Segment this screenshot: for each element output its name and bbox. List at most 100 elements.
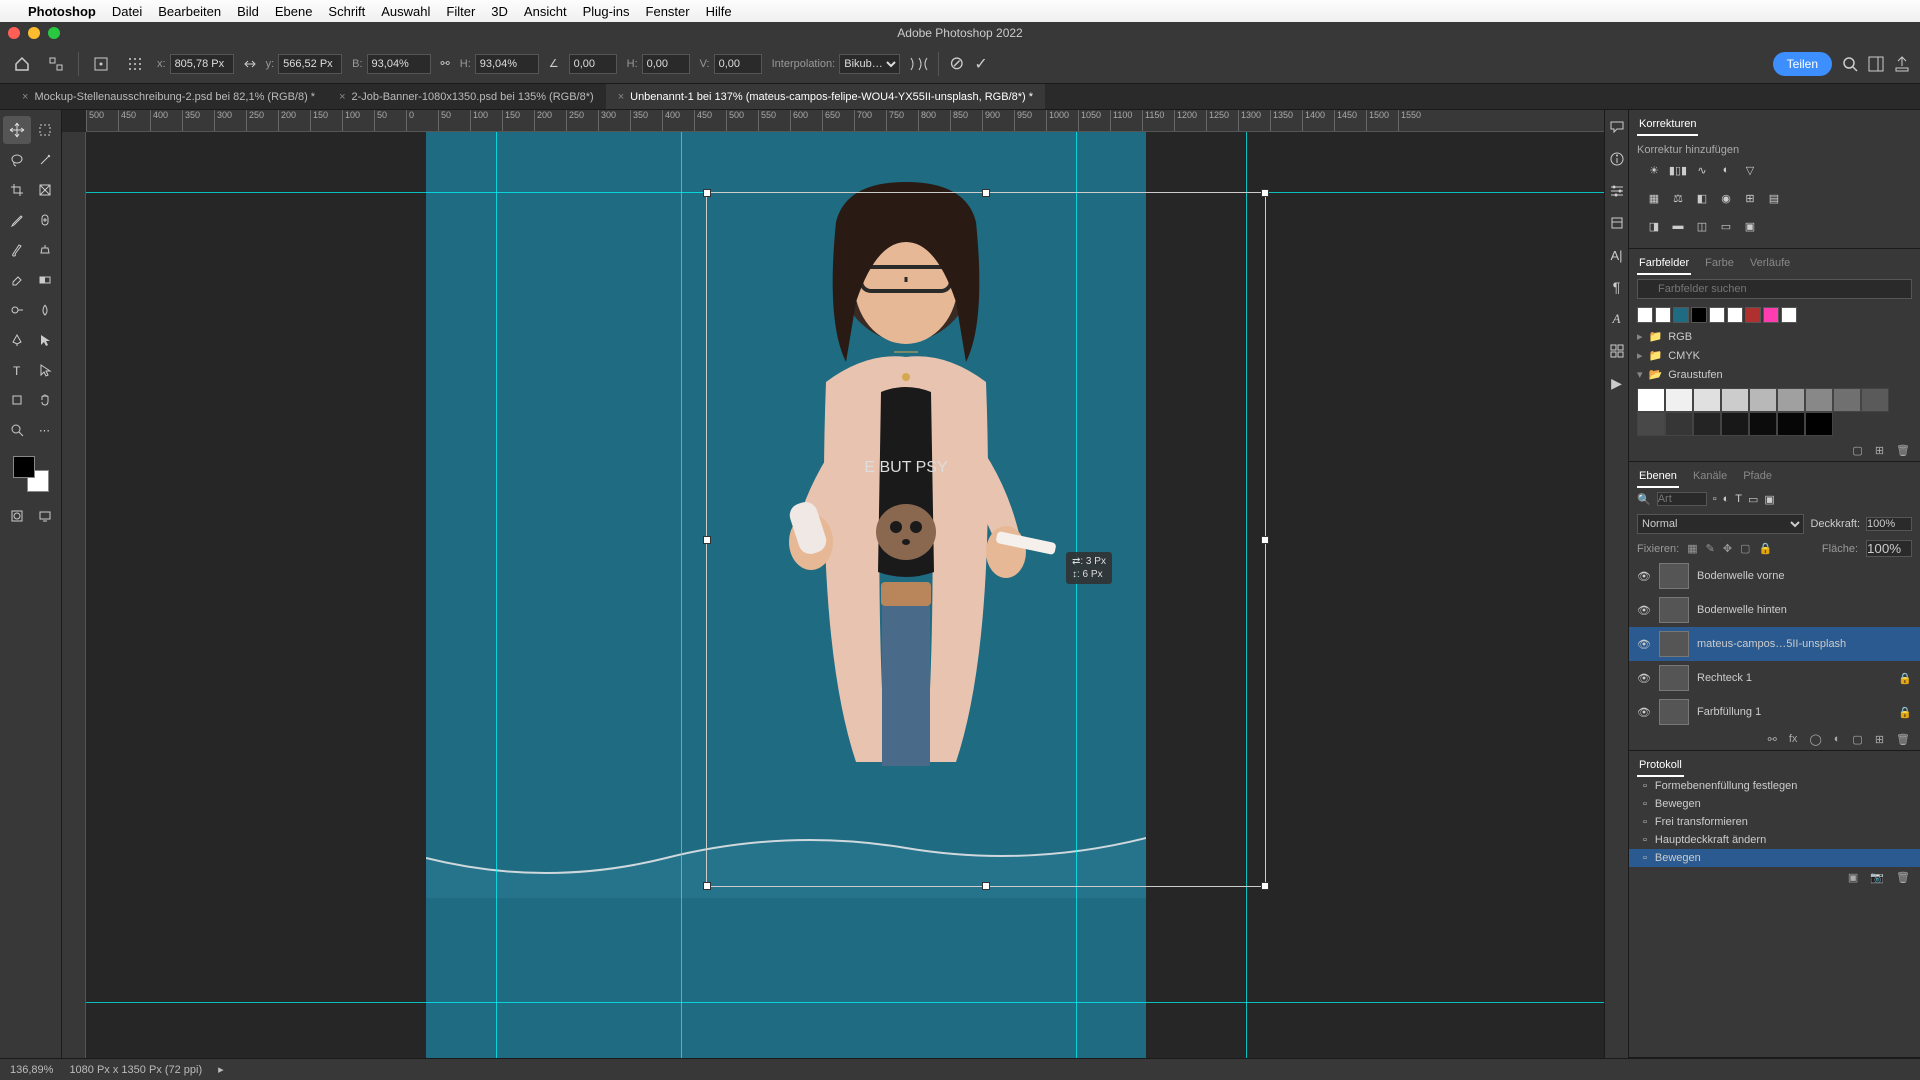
layer-row[interactable]: 👁mateus-campos…5II-unsplash — [1629, 627, 1920, 661]
lasso-tool[interactable] — [3, 146, 31, 174]
layer-thumbnail[interactable] — [1659, 631, 1689, 657]
layer-thumbnail[interactable] — [1659, 665, 1689, 691]
swatch-folder-rgb[interactable]: ▸📁RGB — [1629, 327, 1920, 346]
menu-schrift[interactable]: Schrift — [328, 4, 365, 19]
zoom-level[interactable]: 136,89% — [10, 1064, 53, 1076]
history-item[interactable]: ▫Bewegen — [1629, 795, 1920, 813]
healing-brush-tool[interactable] — [31, 206, 59, 234]
delete-history-icon[interactable]: 🗑 — [1896, 871, 1910, 884]
panel-tab-korrekturen[interactable]: Korrekturen — [1637, 114, 1698, 136]
gray-swatch[interactable] — [1777, 412, 1805, 436]
threshold-icon[interactable]: ◫ — [1693, 218, 1711, 234]
bw-icon[interactable]: ◧ — [1693, 190, 1711, 206]
delete-swatch-icon[interactable]: 🗑 — [1896, 444, 1910, 457]
document-tab[interactable]: ×Mockup-Stellenausschreibung-2.psd bei 8… — [10, 84, 327, 109]
guide-vertical[interactable] — [1076, 132, 1077, 1058]
posterize-icon[interactable]: ▬ — [1669, 218, 1687, 234]
gray-swatch[interactable] — [1637, 412, 1665, 436]
swatch[interactable] — [1691, 307, 1707, 323]
document-info[interactable]: 1080 Px x 1350 Px (72 ppi) — [69, 1064, 202, 1076]
visibility-icon[interactable]: 👁 — [1637, 672, 1651, 685]
gray-swatch[interactable] — [1861, 388, 1889, 412]
libraries-icon[interactable] — [1608, 214, 1626, 232]
lock-transparent-icon[interactable]: ▦ — [1687, 542, 1697, 555]
brightness-icon[interactable]: ☀ — [1645, 162, 1663, 178]
filter-type-icon[interactable]: T — [1735, 493, 1742, 505]
warp-icon[interactable] — [910, 57, 928, 71]
swatch[interactable] — [1655, 307, 1671, 323]
y-input[interactable] — [278, 54, 342, 74]
menu-filter[interactable]: Filter — [446, 4, 475, 19]
lock-artboard-icon[interactable]: ▢ — [1740, 542, 1750, 555]
commit-transform-icon[interactable]: ✓ — [974, 54, 987, 74]
levels-icon[interactable]: ▮▯▮ — [1669, 162, 1687, 178]
share-button[interactable]: Teilen — [1773, 52, 1832, 76]
layer-row[interactable]: 👁Bodenwelle vorne — [1629, 559, 1920, 593]
brush-tool[interactable] — [3, 236, 31, 264]
visibility-icon[interactable]: 👁 — [1637, 604, 1651, 617]
canvas-content[interactable]: E BUT PSY — [86, 132, 1604, 1058]
character-icon[interactable]: A| — [1608, 246, 1626, 264]
gray-swatch[interactable] — [1777, 388, 1805, 412]
foreground-color[interactable] — [13, 456, 35, 478]
blur-tool[interactable] — [31, 296, 59, 324]
history-item[interactable]: ▫Bewegen — [1629, 849, 1920, 867]
menu-datei[interactable]: Datei — [112, 4, 142, 19]
close-tab-icon[interactable]: × — [618, 91, 624, 103]
actions-icon[interactable]: ▶ — [1608, 374, 1626, 392]
swatch-folder-cmyk[interactable]: ▸📁CMYK — [1629, 346, 1920, 365]
swatch[interactable] — [1709, 307, 1725, 323]
invert-icon[interactable]: ◨ — [1645, 218, 1663, 234]
shape-tool[interactable] — [3, 386, 31, 414]
filter-smart-icon[interactable]: ▣ — [1764, 493, 1774, 506]
comments-icon[interactable] — [1608, 118, 1626, 136]
new-swatch-icon[interactable]: ⊞ — [1875, 444, 1884, 457]
reference-point-icon[interactable] — [89, 52, 113, 76]
exposure-icon[interactable]: ◐ — [1717, 162, 1735, 178]
layer-row[interactable]: 👁Rechteck 1🔒 — [1629, 661, 1920, 695]
home-icon[interactable] — [10, 52, 34, 76]
lock-all-icon[interactable]: 🔒 — [1758, 542, 1772, 555]
panel-tab-protokoll[interactable]: Protokoll — [1637, 755, 1684, 777]
delete-layer-icon[interactable]: 🗑 — [1896, 733, 1910, 746]
swatch[interactable] — [1637, 307, 1653, 323]
opacity-input[interactable] — [1866, 517, 1912, 531]
swatch[interactable] — [1673, 307, 1689, 323]
info-icon[interactable] — [1608, 150, 1626, 168]
hue-icon[interactable]: ▦ — [1645, 190, 1663, 206]
panel-tab-verlauf[interactable]: Verläufe — [1748, 253, 1792, 275]
close-tab-icon[interactable]: × — [22, 91, 28, 103]
layer-row[interactable]: 👁Farbfüllung 1🔒 — [1629, 695, 1920, 729]
colorbalance-icon[interactable]: ⚖ — [1669, 190, 1687, 206]
search-icon[interactable] — [1842, 56, 1858, 72]
transform-preset-icon[interactable] — [44, 52, 68, 76]
photofilter-icon[interactable]: ◉ — [1717, 190, 1735, 206]
link-icon[interactable]: ⚯ — [441, 57, 450, 70]
layer-filter-input[interactable] — [1657, 492, 1707, 506]
panel-tab-farbfelder[interactable]: Farbfelder — [1637, 253, 1691, 275]
menu-ebene[interactable]: Ebene — [275, 4, 313, 19]
rotation-input[interactable] — [569, 54, 617, 74]
filter-shape-icon[interactable]: ▭ — [1748, 493, 1758, 506]
menu-hilfe[interactable]: Hilfe — [706, 4, 732, 19]
styles-icon[interactable] — [1608, 342, 1626, 360]
menu-bild[interactable]: Bild — [237, 4, 259, 19]
selectivecolor-icon[interactable]: ▣ — [1741, 218, 1759, 234]
gray-swatch[interactable] — [1693, 388, 1721, 412]
minimize-window-button[interactable] — [28, 27, 40, 39]
gray-swatch[interactable] — [1665, 388, 1693, 412]
swatch-search-input[interactable] — [1637, 279, 1912, 299]
move-tool[interactable] — [3, 116, 31, 144]
gray-swatch[interactable] — [1665, 412, 1693, 436]
guide-vertical[interactable] — [496, 132, 497, 1058]
edit-toolbar-icon[interactable]: ⋯ — [31, 416, 59, 444]
history-item[interactable]: ▫Formebenenfüllung festlegen — [1629, 777, 1920, 795]
zoom-tool[interactable] — [3, 416, 31, 444]
hand-tool[interactable] — [31, 386, 59, 414]
path-select-tool[interactable] — [31, 326, 59, 354]
transform-handle-e[interactable] — [1261, 536, 1269, 544]
channelmixer-icon[interactable]: ⊞ — [1741, 190, 1759, 206]
visibility-icon[interactable]: 👁 — [1637, 706, 1651, 719]
layer-thumbnail[interactable] — [1659, 597, 1689, 623]
visibility-icon[interactable]: 👁 — [1637, 638, 1651, 651]
